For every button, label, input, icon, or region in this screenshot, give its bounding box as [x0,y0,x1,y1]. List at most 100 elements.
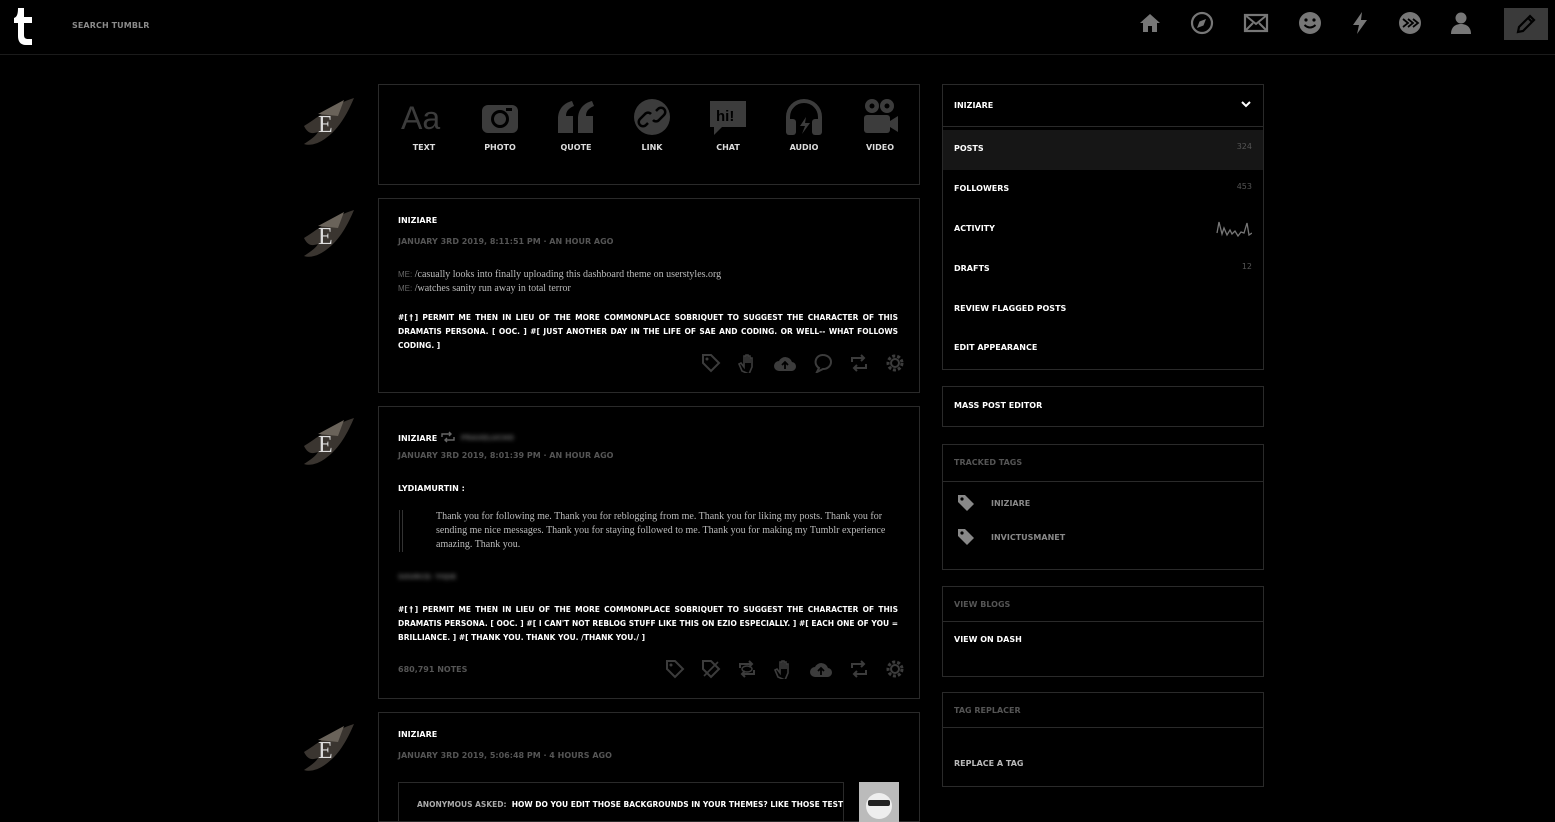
anonymous-avatar-icon [859,782,899,822]
gear-icon[interactable] [885,659,905,679]
patio-icon[interactable] [1397,10,1423,36]
reblog-icon[interactable] [849,353,869,373]
sidebar-item-count: 453 [1236,182,1252,191]
divider [943,621,1263,622]
quote-rule [399,510,403,552]
cloud-upload-icon[interactable] [809,659,833,679]
post-blog-name[interactable]: INIZIARE [398,216,437,225]
post-type-label: QUOTE [560,143,592,152]
svg-text:E: E [318,738,333,764]
post-type-label: TEXT [412,143,436,152]
blog-selector[interactable]: INIZIARE [943,85,1263,126]
home-icon[interactable] [1137,10,1163,36]
tag-hide-icon[interactable] [701,659,721,679]
gear-icon[interactable] [885,353,905,373]
post-type-chat[interactable]: hi! CHAT [698,97,758,152]
chevron-down-icon [1241,101,1251,108]
hand-icon[interactable] [737,353,757,373]
tracked-tag-item[interactable]: INVICTUSMANET [957,528,1065,546]
post-type-label: PHOTO [484,143,516,152]
sidebar-item-count: 324 [1236,142,1252,151]
quote-source-user[interactable]: LYDIAMURTIN : [398,484,465,493]
search-input[interactable]: SEARCH TUMBLR [72,21,150,30]
avatar[interactable]: E [296,722,358,778]
mass-post-editor-label: MASS POST EDITOR [954,401,1043,410]
post-tags[interactable]: #[†] PERMIT ME THEN IN LIEU OF THE MORE … [398,311,898,353]
headphones-icon [786,99,822,135]
tracked-tag-item[interactable]: INIZIARE [957,494,1030,512]
mail-icon[interactable] [1243,10,1269,36]
post-card: INIZIARE JANUARY 3RD 2019, 8:11:51 PM · … [378,198,920,393]
view-on-dash-link[interactable]: VIEW ON DASH [943,627,1263,655]
messaging-icon[interactable] [1297,10,1323,36]
post-type-photo[interactable]: PHOTO [470,97,530,152]
post-timestamp[interactable]: JANUARY 3RD 2019, 5:06:48 PM · 4 HOURS A… [398,751,612,760]
post-blog-name[interactable]: INIZIARE [398,730,437,739]
sidebar-item-label: REVIEW FLAGGED POSTS [954,304,1067,313]
account-icon[interactable] [1448,10,1474,36]
avatar[interactable]: E [296,416,358,472]
post-type-text[interactable]: Aa TEXT [394,97,454,152]
post-source[interactable]: SOURCE: YIQIE [398,573,456,581]
tag-icon [958,495,974,511]
avatar[interactable]: E [296,96,358,152]
post-type-link[interactable]: LINK [622,97,682,152]
replace-a-tag-link[interactable]: REPLACE A TAG [943,751,1263,779]
activity-sparkline-icon [1216,221,1252,237]
post-type-bar: Aa TEXT PHOTO QUOTE LINK hi! CHAT AUDIO … [378,84,920,185]
tag-icon[interactable] [665,659,685,679]
hand-icon[interactable] [773,659,793,679]
quote-icon [558,101,594,133]
tracked-tags-title: TRACKED TAGS [954,458,1023,467]
reblog-source-name[interactable]: PRAXELUCHO [461,434,514,442]
post-type-label: LINK [641,143,663,152]
sidebar-item-followers[interactable]: FOLLOWERS 453 [943,170,1263,210]
sidebar-item-review-flagged[interactable]: REVIEW FLAGGED POSTS [943,290,1263,330]
cloud-upload-icon[interactable] [773,353,797,373]
ask-text: ANONYMOUS ASKED: HOW DO YOU EDIT THOSE B… [417,800,843,809]
mass-post-editor-box: MASS POST EDITOR [942,386,1264,427]
post-timestamp[interactable]: JANUARY 3RD 2019, 8:11:51 PM · AN HOUR A… [398,237,613,246]
reblog-icon[interactable] [849,659,869,679]
sidebar-item-activity[interactable]: ACTIVITY [943,210,1263,250]
post-card: INIZIARE PRAXELUCHO JANUARY 3RD 2019, 8:… [378,406,920,699]
tracked-tag-label: INIZIARE [991,498,1031,508]
sidebar-item-label: FOLLOWERS [954,184,1010,193]
sidebar-item-label: EDIT APPEARANCE [954,343,1038,352]
post-tags[interactable]: #[†] PERMIT ME THEN IN LIEU OF THE MORE … [398,603,898,645]
blog-menu: INIZIARE POSTS 324 FOLLOWERS 453 ACTIVIT… [942,84,1264,370]
divider [943,727,1263,728]
tag-replacer-title: TAG REPLACER [954,706,1021,715]
tag-icon[interactable] [701,353,721,373]
sidebar-item-edit-appearance[interactable]: EDIT APPEARANCE [943,329,1263,369]
svg-text:E: E [318,112,333,138]
tumblr-logo-icon[interactable] [12,6,38,46]
reply-icon[interactable] [813,353,833,373]
post-type-audio[interactable]: AUDIO [774,97,834,152]
sidebar-item-drafts[interactable]: DRAFTS 12 [943,250,1263,290]
reblog-hide-icon[interactable] [737,659,757,679]
post-type-label: CHAT [716,143,740,152]
sidebar-item-posts[interactable]: POSTS 324 [943,130,1263,170]
top-bar: SEARCH TUMBLR [0,0,1555,55]
tracked-tags-box: TRACKED TAGS INIZIARE INVICTUSMANET [942,444,1264,570]
view-blogs-box: VIEW BLOGS VIEW ON DASH [942,586,1264,677]
mass-post-editor-link[interactable]: MASS POST EDITOR [943,387,1263,427]
avatar[interactable]: E [296,208,358,264]
compose-button[interactable] [1504,8,1548,40]
post-type-quote[interactable]: QUOTE [546,97,606,152]
post-timestamp[interactable]: JANUARY 3RD 2019, 8:01:39 PM · AN HOUR A… [398,451,613,460]
explore-icon[interactable] [1189,10,1215,36]
ask-label[interactable]: ANONYMOUS ASKED: [417,800,506,809]
divider [943,126,1263,127]
view-on-dash-label: VIEW ON DASH [954,635,1022,644]
sidebar-item-count: 12 [1241,262,1252,271]
sidebar-item-label: DRAFTS [954,264,990,273]
post-blog-name[interactable]: INIZIARE [398,434,437,443]
post-type-label: AUDIO [789,143,819,152]
svg-text:E: E [318,224,333,250]
activity-icon[interactable] [1347,10,1373,36]
post-type-video[interactable]: VIDEO [850,97,910,152]
post-body: ME: /casually looks into finally uploadi… [398,268,721,296]
notes-count[interactable]: 680,791 NOTES [398,665,467,674]
